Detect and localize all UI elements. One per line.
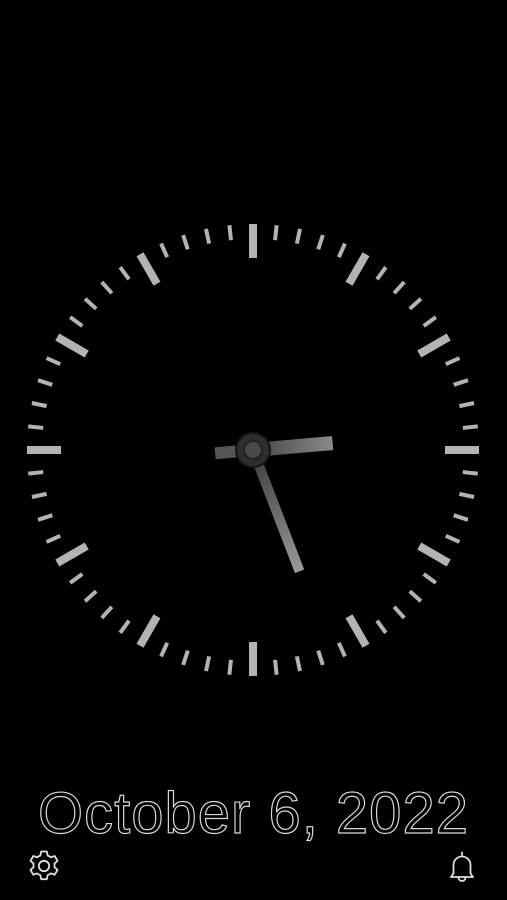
minute-tick <box>204 228 212 245</box>
minute-tick <box>227 225 233 241</box>
gear-icon <box>29 850 59 881</box>
minute-tick <box>336 641 347 658</box>
minute-tick <box>181 650 190 666</box>
minute-tick <box>31 401 48 409</box>
minute-tick <box>68 315 84 328</box>
minute-tick <box>458 401 475 409</box>
hour-tick <box>345 252 370 286</box>
minute-tick <box>45 356 62 367</box>
date-label: October 6, 2022 <box>37 780 469 846</box>
minute-tick <box>68 572 84 585</box>
analog-clock <box>27 224 479 676</box>
minute-tick <box>458 491 475 499</box>
minute-tick <box>181 234 190 250</box>
minute-tick <box>408 297 423 311</box>
minute-tick <box>462 470 478 476</box>
clock-center-inner <box>243 440 263 460</box>
bell-icon <box>450 851 474 882</box>
hour-tick <box>345 614 370 648</box>
minute-tick <box>227 659 233 675</box>
minute-tick <box>273 659 279 675</box>
minute-tick <box>408 589 423 603</box>
settings-button[interactable] <box>24 846 64 886</box>
minute-tick <box>422 315 438 328</box>
minute-tick <box>336 242 347 259</box>
minute-tick <box>159 242 170 259</box>
minute-tick <box>462 424 478 430</box>
minute-tick <box>375 619 388 635</box>
minute-tick <box>273 225 279 241</box>
minute-tick <box>444 356 461 367</box>
minute-tick <box>28 424 44 430</box>
hour-tick <box>55 333 89 358</box>
minute-tick <box>422 572 438 585</box>
clock-hands <box>214 432 334 573</box>
hour-tick <box>417 333 451 358</box>
minute-tick <box>159 641 170 658</box>
minute-tick <box>316 650 325 666</box>
minute-tick <box>453 378 469 387</box>
minute-tick <box>37 378 53 387</box>
hour-tick <box>55 542 89 567</box>
minute-tick <box>118 265 131 281</box>
minute-tick <box>100 605 114 620</box>
minute-tick <box>31 491 48 499</box>
minute-tick <box>83 589 98 603</box>
minute-tick <box>453 513 469 522</box>
minute-tick <box>83 297 98 311</box>
minute-tick <box>392 605 406 620</box>
minute-tick <box>392 280 406 295</box>
minute-tick <box>375 265 388 281</box>
minute-tick <box>37 513 53 522</box>
alarm-button[interactable] <box>442 846 482 886</box>
minute-tick <box>204 655 212 672</box>
minute-tick <box>294 228 302 245</box>
minute-tick <box>118 619 131 635</box>
hour-tick <box>417 542 451 567</box>
minute-tick <box>28 470 44 476</box>
minute-tick <box>294 655 302 672</box>
minute-tick <box>100 280 114 295</box>
minute-tick <box>45 533 62 544</box>
hour-tick <box>136 614 161 648</box>
minute-tick <box>316 234 325 250</box>
minute-tick <box>444 533 461 544</box>
hour-tick <box>136 252 161 286</box>
